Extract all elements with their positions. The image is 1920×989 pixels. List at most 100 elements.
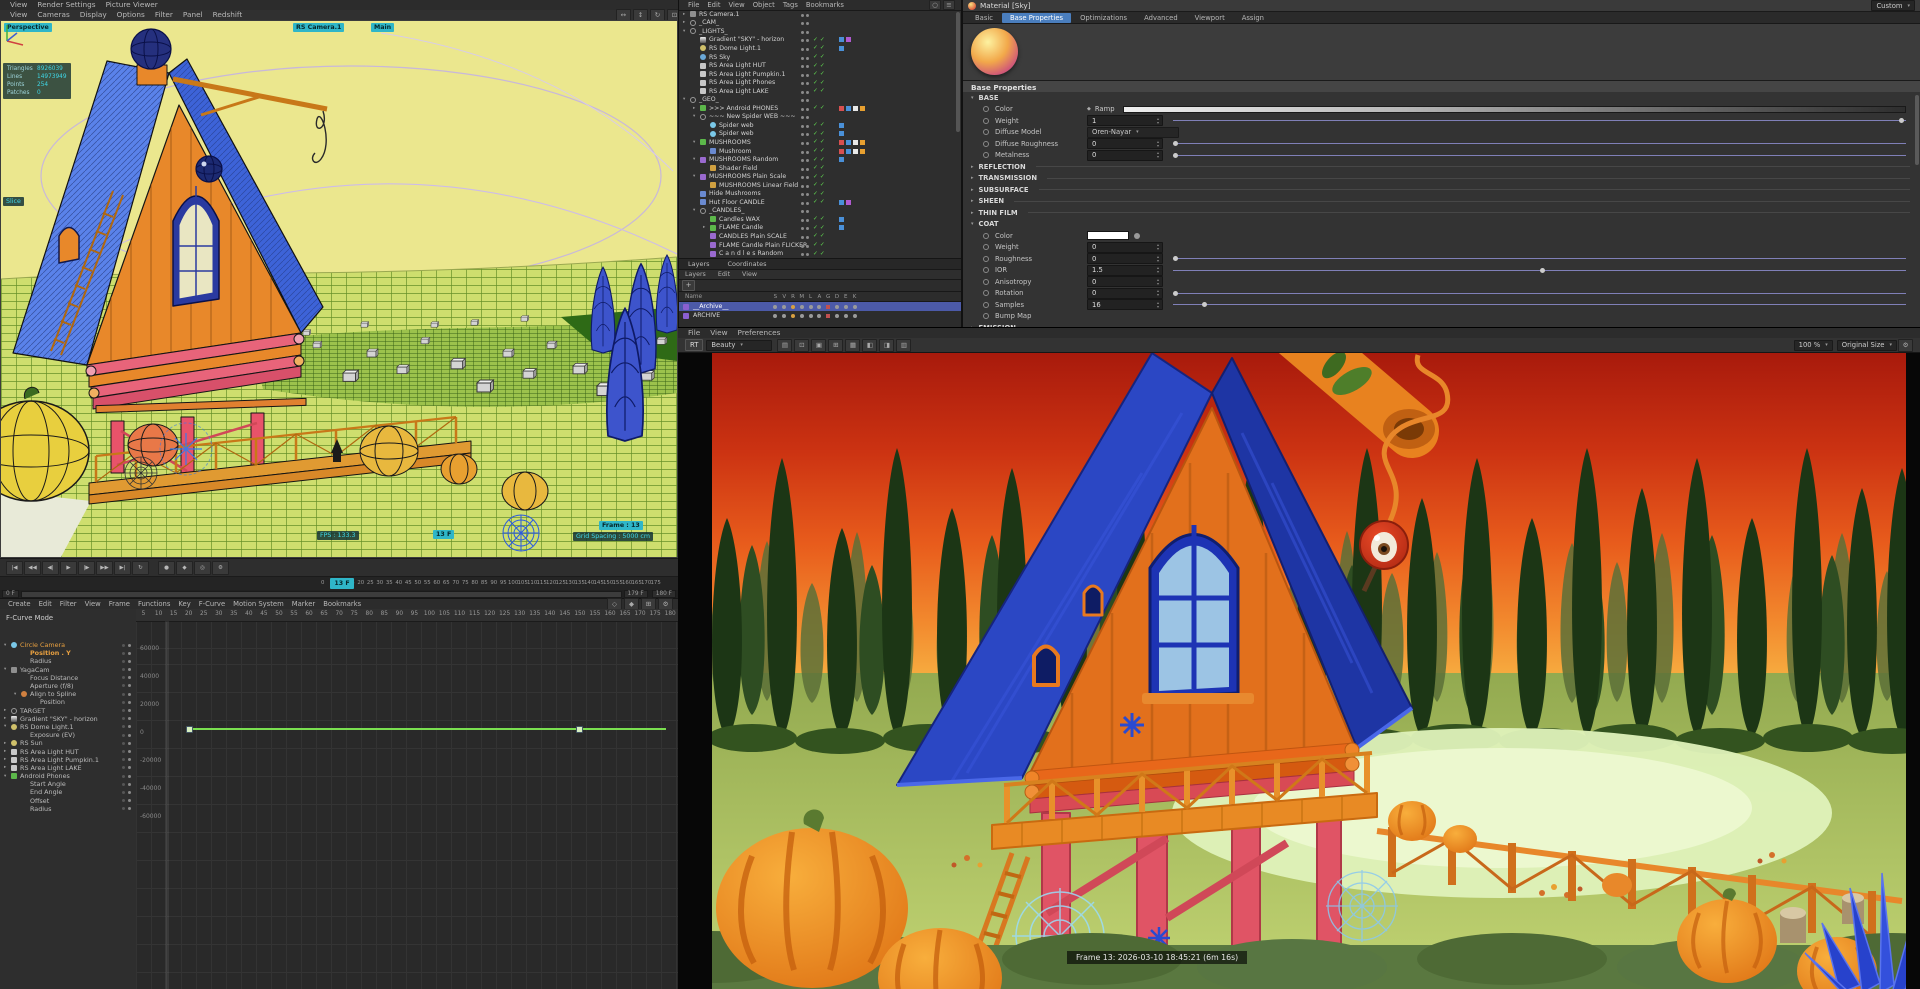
fcurve-tree-row[interactable]: ▸ RS Area Light LAKE [0, 764, 136, 772]
layer-color-icon[interactable] [683, 303, 689, 310]
fcurve-tree-row[interactable]: ▾ Circle Camera [0, 641, 136, 649]
enabled-checks[interactable]: ✓✓ [813, 71, 831, 77]
anim-dot-icon[interactable] [983, 278, 989, 285]
expand-arrow-icon[interactable]: ▸ [703, 225, 710, 230]
main-camera-badge[interactable]: Main [371, 23, 395, 32]
enabled-checks[interactable]: ✓✓ [813, 54, 831, 60]
material-tab[interactable]: Basic [967, 13, 1001, 23]
fcurve-mode-label[interactable]: F-Curve Mode [0, 609, 136, 622]
app-menu-item[interactable]: Picture Viewer [101, 0, 163, 10]
timeline-menu-item[interactable]: Key [174, 600, 194, 608]
layer-row[interactable]: __Archive__ [679, 302, 961, 311]
save-icon[interactable]: ▤ [777, 338, 793, 352]
object-menu-item[interactable]: Bookmarks [802, 0, 848, 10]
enabled-checks[interactable]: ✓✓ [813, 182, 831, 188]
diffuse-roughness-slider[interactable] [1173, 140, 1906, 147]
diffuse-roughness-field[interactable]: 0 [1087, 138, 1163, 150]
object-row[interactable]: Hut Floor CANDLE ✓✓ [679, 198, 961, 207]
enabled-checks[interactable]: ✓✓ [813, 216, 831, 222]
collapsed-section-header[interactable]: SHEEN [963, 196, 1920, 208]
object-row[interactable]: ▾ _LIGHTS_ [679, 27, 961, 36]
viewport-menu-item[interactable]: View [5, 10, 32, 20]
expand-arrow-icon[interactable]: ▸ [4, 749, 11, 754]
enabled-checks[interactable]: ✓✓ [813, 174, 831, 180]
fcurve-tree-row[interactable]: ▸ Gradient "SKY" - horizon [0, 715, 136, 723]
object-row[interactable]: ▸ FLAME Candle ✓✓ [679, 224, 961, 233]
fcurve-tree-row[interactable]: Offset [0, 797, 136, 805]
prev-key-button[interactable]: ◀◀ [24, 560, 41, 575]
enabled-checks[interactable]: ✓✓ [813, 233, 831, 239]
fcurve-tree-row[interactable]: ▸ RS Area Light HUT [0, 747, 136, 756]
record-dots-icon[interactable] [128, 643, 131, 647]
expand-arrow-icon[interactable]: ▾ [4, 774, 11, 779]
expand-arrow-icon[interactable]: ▾ [693, 114, 700, 119]
object-row[interactable]: RS Dome Light.1 ✓✓ [679, 44, 961, 53]
object-row[interactable]: Mushroom ✓✓ [679, 147, 961, 156]
tag-chips-icon[interactable] [839, 139, 844, 145]
metalness-slider[interactable] [1173, 152, 1906, 159]
timeline-menu-item[interactable]: Create [4, 600, 35, 608]
timeline-menu-item[interactable]: View [81, 600, 105, 608]
object-tree-scrollbar[interactable] [956, 12, 960, 132]
tag-chips-icon[interactable] [839, 157, 844, 163]
timeline-scrubber[interactable]: 0510152025303540455055606570758085909510… [0, 576, 678, 591]
tag-chips-icon[interactable] [839, 148, 844, 154]
fcurve-tree-row[interactable]: ▸ TARGET [0, 707, 136, 715]
object-row[interactable]: ▾ MUSHROOMS Plain Scale ✓✓ [679, 172, 961, 181]
expand-arrow-icon[interactable]: ▾ [693, 208, 700, 213]
fcurve-tree-row[interactable]: ▾ YagaCam [0, 666, 136, 674]
object-row[interactable]: MUSHROOMS Linear Field ✓✓ [679, 181, 961, 190]
record-dots-icon[interactable] [128, 692, 131, 696]
expand-arrow-icon[interactable]: ▾ [683, 97, 690, 102]
record-dots-icon[interactable] [128, 741, 131, 745]
expand-arrow-icon[interactable]: ▾ [4, 724, 11, 729]
expand-arrow-icon[interactable]: ▾ [693, 140, 700, 145]
record-dots-icon[interactable] [128, 684, 131, 688]
coat-ior-field[interactable]: 1.5 [1087, 264, 1163, 276]
collapsed-section-header[interactable]: REFLECTION [963, 161, 1920, 173]
object-row[interactable]: Spider web ✓✓ [679, 121, 961, 130]
tag-chips-icon[interactable] [839, 37, 844, 43]
enabled-checks[interactable]: ✓✓ [813, 191, 831, 197]
object-row[interactable]: RS Sky ✓✓ [679, 53, 961, 62]
tag-chips-icon[interactable] [839, 199, 844, 205]
coat-rotation-field[interactable]: 0 [1087, 287, 1163, 299]
expand-arrow-icon[interactable]: ▸ [4, 708, 11, 713]
anim-dot-icon[interactable] [983, 117, 989, 124]
material-tab[interactable]: Advanced [1136, 13, 1186, 23]
anim-dot-icon[interactable] [983, 244, 989, 251]
fcurve-tree-row[interactable]: Start Angle [0, 780, 136, 788]
record-dots-icon[interactable] [128, 651, 131, 655]
record-dots-icon[interactable] [128, 709, 131, 712]
anim-dot-icon[interactable] [983, 140, 989, 147]
material-tab[interactable]: Optimizations [1072, 13, 1135, 23]
record-dots-icon[interactable] [128, 774, 131, 778]
fcurve-tree-row[interactable]: Position [0, 698, 136, 706]
fcurve-tree-row[interactable]: ▾ Android Phones [0, 772, 136, 780]
fcurve-tree-row[interactable]: Exposure (EV) [0, 731, 136, 739]
expand-arrow-icon[interactable]: ▾ [683, 29, 690, 34]
expand-arrow-icon[interactable]: ▾ [693, 174, 700, 179]
material-tab[interactable]: Viewport [1187, 13, 1233, 23]
goto-end-button[interactable]: ▶| [114, 560, 131, 575]
anim-dot-icon[interactable] [983, 152, 989, 159]
enabled-checks[interactable]: ✓✓ [813, 45, 831, 51]
timeline-menu-item[interactable]: Motion System [229, 600, 288, 608]
render-canvas[interactable]: Frame 13: 2026-03-10 18:45:21 (6m 16s) [678, 353, 1920, 989]
keyframe-point[interactable] [576, 726, 583, 733]
timeline-menu-item[interactable]: Frame [105, 600, 134, 608]
object-row[interactable]: ▸ _CAM_ [679, 19, 961, 28]
fcurve-tree-row[interactable]: Focus Distance [0, 674, 136, 682]
viewport-menu-item[interactable]: Options [112, 10, 150, 20]
expand-arrow-icon[interactable]: ▸ [4, 716, 11, 721]
enabled-checks[interactable]: ✓✓ [813, 242, 831, 248]
record-dots-icon[interactable] [128, 659, 131, 663]
timeline-menu-item[interactable]: Bookmarks [319, 600, 365, 608]
object-row[interactable]: RS Area Light LAKE ✓✓ [679, 87, 961, 96]
render-menu-item[interactable]: File [683, 328, 705, 338]
weight-slider[interactable] [1173, 117, 1906, 124]
object-row[interactable]: RS Area Light HUT ✓✓ [679, 61, 961, 70]
size-dropdown[interactable]: Original Size [1836, 339, 1897, 351]
enabled-checks[interactable]: ✓✓ [813, 165, 831, 171]
expand-arrow-icon[interactable]: ▸ [4, 741, 11, 746]
